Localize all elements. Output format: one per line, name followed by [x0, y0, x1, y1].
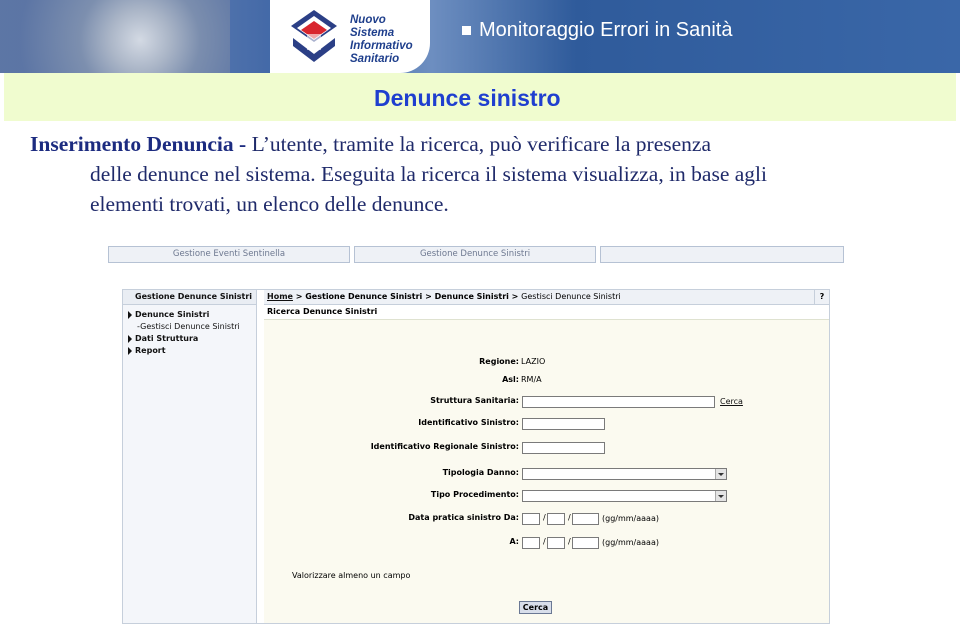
- row-struttura: Struttura Sanitaria: Cerca: [264, 396, 829, 410]
- tab-gestione-denunce-sinistri[interactable]: Gestione Denunce Sinistri: [354, 246, 596, 263]
- logo-text: Nuovo Sistema Informativo Sanitario: [350, 14, 413, 65]
- validation-note: Valorizzare almeno un campo: [292, 571, 411, 580]
- identificativo-input[interactable]: [522, 418, 605, 430]
- struttura-cerca-link[interactable]: Cerca: [720, 397, 743, 406]
- regione-value: LAZIO: [521, 357, 546, 366]
- breadcrumb-current: Gestisci Denunce Sinistri: [521, 292, 621, 301]
- row-identificativo-regionale: Identificativo Regionale Sinistro:: [264, 442, 829, 456]
- data-da-label: Data pratica sinistro Da:: [408, 513, 519, 522]
- data-a-label: A:: [509, 537, 519, 546]
- header-banner: Nuovo Sistema Informativo Sanitario Moni…: [0, 0, 960, 73]
- struttura-label: Struttura Sanitaria:: [430, 396, 519, 405]
- date-format-hint: (gg/mm/aaaa): [602, 538, 659, 547]
- tipologia-label: Tipologia Danno:: [442, 468, 519, 477]
- triangle-right-icon: [128, 311, 132, 319]
- struttura-input[interactable]: [522, 396, 715, 408]
- tipo-procedimento-select[interactable]: [522, 490, 727, 502]
- row-data-da: Data pratica sinistro Da: / / (gg/mm/aaa…: [408, 513, 659, 525]
- breadcrumb: Home > Gestione Denunce Sinistri > Denun…: [264, 290, 829, 305]
- tipo-procedimento-label: Tipo Procedimento:: [430, 490, 519, 499]
- row-tipo-procedimento: Tipo Procedimento:: [264, 490, 829, 504]
- breadcrumb-home-link[interactable]: Home: [267, 292, 293, 301]
- sidebar-item-denunce-sinistri[interactable]: Denunce Sinistri: [123, 309, 256, 321]
- sidebar-item-dati-struttura[interactable]: Dati Struttura: [123, 333, 256, 345]
- data-a-month-input[interactable]: [547, 537, 565, 549]
- row-identificativo: Identificativo Sinistro:: [264, 418, 829, 432]
- sidebar-title: Gestione Denunce Sinistri: [123, 290, 256, 305]
- triangle-right-icon: [128, 347, 132, 355]
- main-panel: Home > Gestione Denunce Sinistri > Denun…: [264, 290, 829, 623]
- bullet-icon: [462, 26, 471, 36]
- slide-title-bar: Denunce sinistro: [4, 73, 956, 121]
- data-a-year-input[interactable]: [572, 537, 599, 549]
- sidebar: Gestione Denunce Sinistri Denunce Sinist…: [123, 290, 257, 623]
- nsis-logo-icon: [291, 10, 337, 62]
- asl-value: RM/A: [521, 375, 542, 384]
- identificativo-regionale-input[interactable]: [522, 442, 605, 454]
- slide-heading: Denunce sinistro: [374, 85, 561, 111]
- description-paragraph: Inserimento Denuncia - L’utente, tramite…: [30, 132, 767, 216]
- triangle-right-icon: [128, 335, 132, 343]
- section-title: Ricerca Denunce Sinistri: [264, 305, 829, 320]
- row-data-a: A: / / (gg/mm/aaaa): [509, 537, 659, 549]
- asl-label: Asl:: [502, 375, 519, 384]
- sidebar-item-gestisci-denunce[interactable]: -Gestisci Denunce Sinistri: [123, 321, 256, 333]
- data-da-month-input[interactable]: [547, 513, 565, 525]
- tab-empty[interactable]: [600, 246, 844, 263]
- chevron-down-icon[interactable]: [715, 469, 726, 479]
- para-bold-term: Inserimento Denuncia: [30, 132, 234, 156]
- date-format-hint: (gg/mm/aaaa): [602, 514, 659, 523]
- top-tabs: Gestione Eventi Sentinella Gestione Denu…: [108, 246, 844, 263]
- tipologia-select[interactable]: [522, 468, 727, 480]
- row-regione: Regione: LAZIO: [264, 357, 829, 371]
- identificativo-regionale-label: Identificativo Regionale Sinistro:: [370, 442, 519, 451]
- banner-photo: [0, 0, 230, 73]
- data-da-year-input[interactable]: [572, 513, 599, 525]
- chevron-down-icon[interactable]: [715, 491, 726, 501]
- sidebar-item-report[interactable]: Report: [123, 345, 256, 357]
- row-tipologia: Tipologia Danno:: [264, 468, 829, 482]
- help-button[interactable]: ?: [814, 290, 829, 304]
- data-da-day-input[interactable]: [522, 513, 540, 525]
- tab-gestione-eventi-sentinella[interactable]: Gestione Eventi Sentinella: [108, 246, 350, 263]
- breadcrumb-item: Gestione Denunce Sinistri: [305, 292, 423, 301]
- breadcrumb-item: Denunce Sinistri: [434, 292, 509, 301]
- data-a-day-input[interactable]: [522, 537, 540, 549]
- banner-title: Monitoraggio Errori in Sanità: [462, 19, 732, 42]
- row-asl: Asl: RM/A: [264, 375, 829, 389]
- identificativo-label: Identificativo Sinistro:: [418, 418, 519, 427]
- regione-label: Regione:: [479, 357, 519, 366]
- cerca-button[interactable]: Cerca: [519, 601, 552, 614]
- app-window: Gestione Denunce Sinistri Denunce Sinist…: [122, 289, 830, 624]
